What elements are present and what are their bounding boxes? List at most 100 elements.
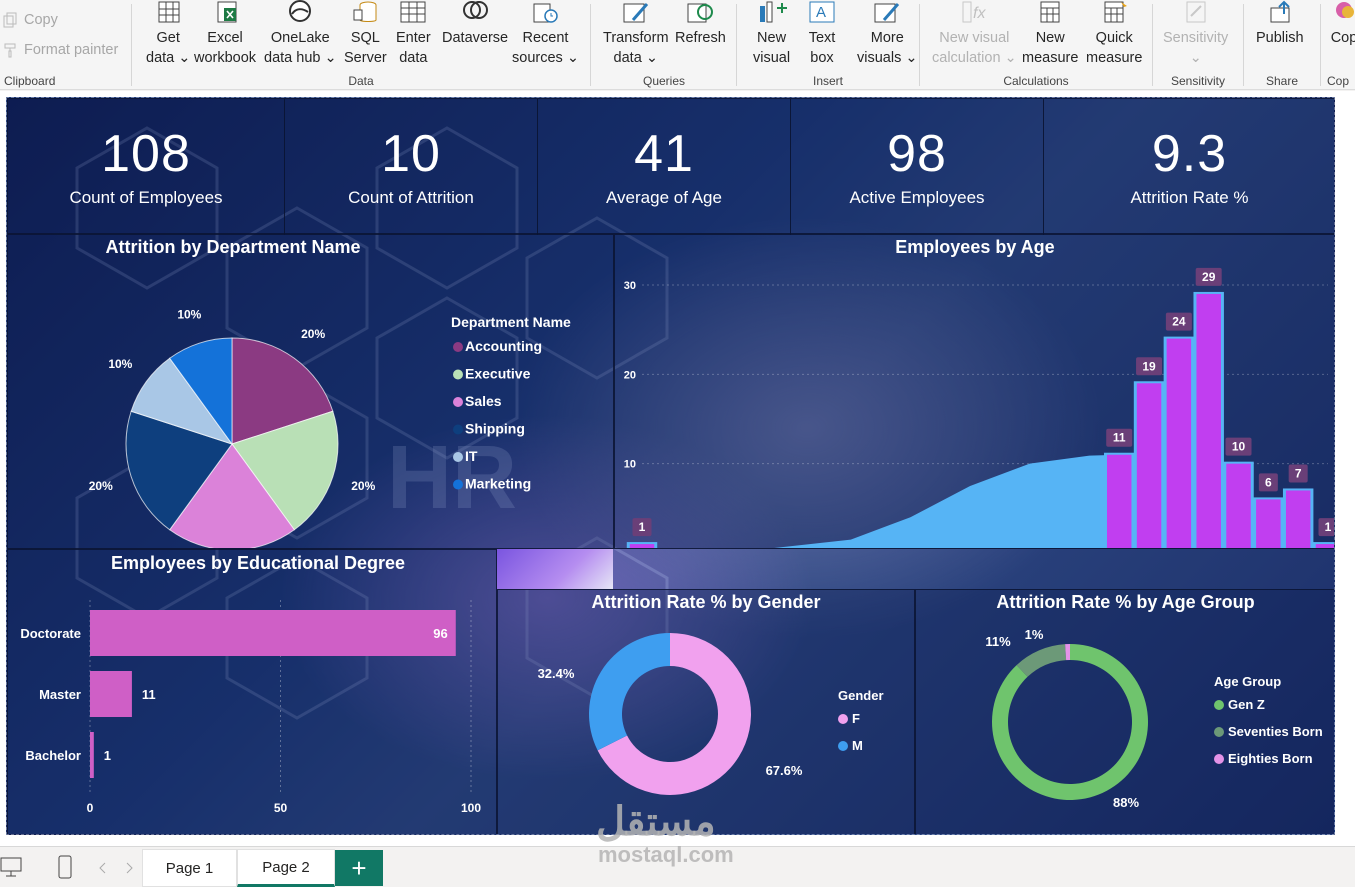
clipboard-group: Copy Format painter Clipboard bbox=[0, 0, 130, 89]
gender-donut-chart: 67.6% 32.4% Gender FM bbox=[538, 633, 884, 795]
new-measure-button[interactable]: New measure bbox=[1022, 0, 1078, 68]
bar-data-label: 11 bbox=[1113, 431, 1126, 445]
transform-l2: data bbox=[613, 50, 642, 66]
pie-data-label: 10% bbox=[177, 308, 201, 322]
legend-item-executive: Executive bbox=[465, 366, 531, 382]
legend-marker bbox=[453, 424, 463, 435]
quick-measure-l1: Quick bbox=[1095, 30, 1133, 46]
get-data-button[interactable]: Get data ⌄ bbox=[146, 0, 190, 68]
excel-workbook-button[interactable]: Excel workbook bbox=[194, 0, 256, 68]
copilot-icon bbox=[1336, 2, 1354, 18]
tab-page-1[interactable]: Page 1 bbox=[142, 849, 237, 887]
more-visuals-button[interactable]: More visuals ⌄ bbox=[857, 0, 918, 68]
new-visual-calculation-button[interactable]: fx New visual calculation ⌄ bbox=[932, 0, 1017, 68]
bar-data-label: 1 bbox=[1325, 520, 1332, 534]
legend-title: Department Name bbox=[451, 314, 571, 330]
kpi-attrition-rate[interactable]: 9.3 Attrition Rate % bbox=[1044, 99, 1334, 235]
quick-measure-button[interactable]: Quick measure bbox=[1086, 0, 1142, 68]
bar-data-label: 29 bbox=[1202, 270, 1216, 284]
insert-group: New visual A Text box More visuals ⌄ Ins… bbox=[737, 0, 919, 89]
publish-button[interactable]: Publish bbox=[1256, 0, 1304, 48]
watermark-latin: mostaql.com bbox=[598, 842, 734, 867]
age-bar bbox=[629, 544, 655, 548]
share-group-label: Share bbox=[1265, 74, 1299, 88]
new-visual-calc-l2: calculation bbox=[932, 50, 1001, 66]
x-tick-label: 100 bbox=[461, 801, 481, 815]
get-data-icon bbox=[158, 1, 180, 23]
dataverse-button[interactable]: Dataverse bbox=[442, 0, 508, 48]
agegroup-donut-panel[interactable]: Attrition Rate % by Age Group 88% 11% 1% Ag… bbox=[915, 589, 1334, 834]
bar-data-label: 10 bbox=[1232, 440, 1246, 454]
kpi-value: 41 bbox=[634, 125, 694, 183]
chevron-down-icon: ⌄ bbox=[1189, 50, 1202, 66]
chevron-left-icon[interactable] bbox=[98, 862, 108, 874]
copilot-button[interactable]: Cop bbox=[1329, 0, 1355, 48]
more-visuals-l1: More bbox=[870, 30, 904, 46]
kpi-active-employees[interactable]: 98 Active Employees bbox=[791, 99, 1044, 235]
add-page-button[interactable]: + bbox=[335, 850, 383, 886]
new-visual-button[interactable]: New visual bbox=[753, 0, 790, 68]
transform-data-button[interactable]: Transform data ⌄ bbox=[603, 0, 669, 68]
recent-sources-icon bbox=[533, 3, 559, 23]
kpi-value: 108 bbox=[101, 125, 191, 183]
svg-text:fx: fx bbox=[973, 5, 986, 22]
donut-data-label: 88% bbox=[1113, 795, 1139, 810]
sensitivity-label: Sensitivity bbox=[1163, 30, 1229, 46]
kpi-label: Active Employees bbox=[849, 188, 985, 207]
edu-bar-master bbox=[90, 671, 132, 717]
new-measure-l1: New bbox=[1035, 30, 1065, 46]
dept-pie-panel[interactable]: Attrition by Department Name 20%20%20%20… bbox=[7, 234, 614, 549]
legend-item-marketing: Marketing bbox=[465, 476, 531, 492]
refresh-button[interactable]: Refresh bbox=[675, 0, 726, 48]
chevron-right-icon[interactable] bbox=[124, 862, 134, 874]
gender-donut-panel[interactable]: Attrition Rate % by Gender 67.6% 32.4% Gen… bbox=[497, 589, 915, 834]
education-panel[interactable]: Employees by Educational Degree 0 50 100 Do… bbox=[7, 549, 497, 834]
text-box-button[interactable]: A Text box bbox=[807, 0, 837, 68]
new-visual-l2: visual bbox=[753, 50, 791, 66]
format-painter-button[interactable]: Format painter bbox=[2, 42, 118, 58]
y-tick-label: 10 bbox=[624, 459, 636, 471]
report-canvas: HR 108 Count of Employees 10 Count of At… bbox=[0, 91, 1355, 846]
x-tick-label: 50 bbox=[274, 801, 288, 815]
enter-l2: data bbox=[399, 50, 428, 66]
onelake-icon bbox=[289, 0, 312, 22]
text-box-icon: A bbox=[809, 1, 835, 23]
recent-sources-button[interactable]: Recent sources ⌄ bbox=[512, 0, 579, 68]
onelake-button[interactable]: OneLake data hub ⌄ bbox=[264, 0, 337, 68]
transform-l1: Transform bbox=[603, 30, 669, 46]
bar-data-label: 1 bbox=[639, 520, 646, 534]
legend-item: Eighties Born bbox=[1228, 751, 1313, 766]
legend-title: Gender bbox=[838, 688, 884, 703]
chevron-down-icon: ⌄ bbox=[905, 50, 918, 66]
pie-data-label: 10% bbox=[108, 357, 132, 371]
refresh-icon bbox=[687, 3, 714, 23]
enter-data-button[interactable]: Enter data bbox=[396, 0, 431, 68]
transform-data-icon bbox=[623, 3, 648, 23]
kpi-label: Attrition Rate % bbox=[1130, 188, 1249, 207]
donut-data-label: 67.6% bbox=[766, 763, 803, 778]
watermark-arabic: مستقل bbox=[596, 800, 716, 844]
donut-data-label: 32.4% bbox=[538, 666, 575, 681]
bar-data-label: 19 bbox=[1142, 359, 1156, 373]
legend-marker bbox=[453, 397, 463, 407]
copy-button[interactable]: Copy bbox=[2, 12, 58, 28]
text-box-l2: box bbox=[810, 50, 834, 66]
desktop-view-icon[interactable] bbox=[0, 856, 24, 878]
onelake-l2: data hub bbox=[264, 50, 321, 66]
mobile-view-icon[interactable] bbox=[57, 855, 73, 879]
kpi-row: 108 Count of Employees 10 Count of Attri… bbox=[7, 98, 1334, 235]
kpi-count-of-employees[interactable]: 108 Count of Employees bbox=[8, 99, 285, 235]
excel-icon bbox=[217, 1, 237, 23]
sql-server-icon bbox=[353, 1, 377, 22]
age-chart-panel[interactable]: Employees by Age 01020302530354045111192… bbox=[614, 234, 1334, 549]
chevron-down-icon: ⌄ bbox=[566, 50, 579, 66]
copy-label: Copy bbox=[24, 12, 58, 28]
legend-item: Seventies Born bbox=[1228, 724, 1323, 739]
kpi-count-of-attrition[interactable]: 10 Count of Attrition bbox=[285, 99, 538, 235]
pie-data-label: 20% bbox=[351, 479, 375, 493]
sql-server-button[interactable]: SQL Server bbox=[344, 0, 387, 68]
y-tick-label: 30 bbox=[624, 280, 636, 292]
sensitivity-button[interactable]: Sensitivity ⌄ bbox=[1163, 0, 1228, 68]
kpi-average-of-age[interactable]: 41 Average of Age bbox=[538, 99, 791, 235]
tab-page-2[interactable]: Page 2 bbox=[237, 849, 335, 887]
